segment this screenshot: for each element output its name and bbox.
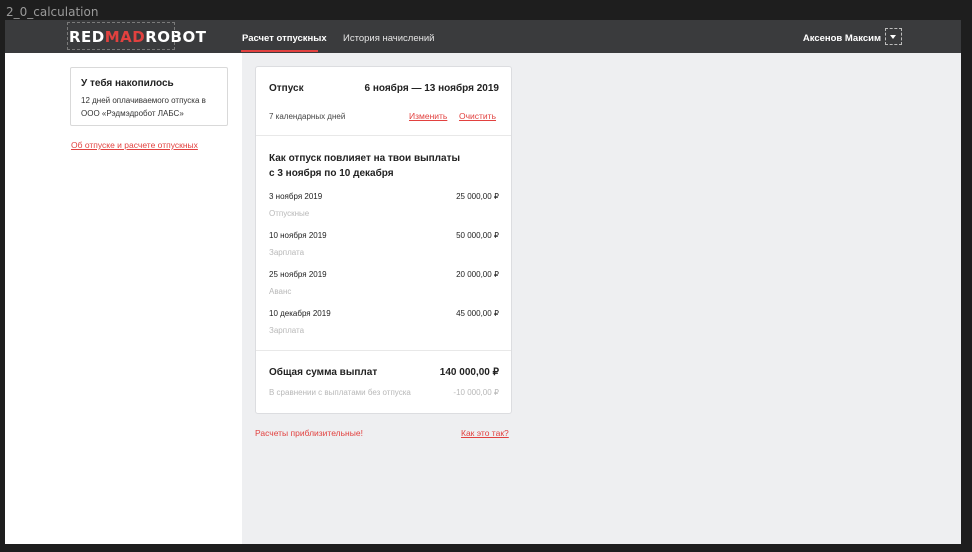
total-amount: 140 000,00 ₽ <box>439 367 499 378</box>
accumulated-text: 12 дней оплачиваемого отпуска в ООО «Рэд… <box>81 96 206 118</box>
payment-type: Аванс <box>269 287 292 296</box>
company-logo[interactable]: RED MAD ROBOT <box>67 22 207 50</box>
payment-type: Зарплата <box>269 248 305 257</box>
tab-accrual-history[interactable]: История начислений <box>343 33 435 44</box>
active-tab-indicator <box>241 50 318 52</box>
divider <box>256 135 511 136</box>
payment-type: Отпускные <box>269 209 310 218</box>
top-navigation-bar: RED MAD ROBOT Расчет отпускных История н… <box>5 20 961 53</box>
payment-date: 10 ноября 2019 <box>269 231 327 240</box>
impact-heading-line1: Как отпуск повлияет на твои выплаты <box>269 153 461 164</box>
user-menu-button[interactable] <box>885 28 902 45</box>
accumulated-vacation-card: У тебя накопилось 12 дней оплачиваемого … <box>70 67 228 126</box>
logo-text-red-part: RED <box>69 28 105 46</box>
logo-text-mad-part: MAD <box>104 28 146 46</box>
approximate-note: Расчеты приблизительные! <box>255 428 363 438</box>
vacation-days-count: 7 календарных дней <box>269 112 346 121</box>
payment-date: 3 ноября 2019 <box>269 192 323 201</box>
impact-heading: Как отпуск повлияет на твои выплаты с 3 … <box>269 151 499 181</box>
payment-amount: 45 000,00 ₽ <box>456 309 499 318</box>
payment-date: 10 декабря 2019 <box>269 309 331 318</box>
user-name[interactable]: Аксенов Максим <box>803 33 881 44</box>
vacation-info-link[interactable]: Об отпуске и расчете отпускных <box>71 140 198 150</box>
tab-vacation-calculation[interactable]: Расчет отпускных <box>242 33 327 44</box>
how-it-works-link[interactable]: Как это так? <box>461 428 509 438</box>
main-content: Отпуск 6 ноября — 13 ноября 2019 7 кален… <box>242 53 961 544</box>
app-window: RED MAD ROBOT Расчет отпускных История н… <box>5 20 961 544</box>
payment-type: Зарплата <box>269 326 305 335</box>
payment-amount: 20 000,00 ₽ <box>456 270 499 279</box>
vacation-dates: 6 ноября — 13 ноября 2019 <box>364 83 499 94</box>
comparison-label: В сравнении с выплатами без отпуска <box>269 388 411 397</box>
sidebar: У тебя накопилось 12 дней оплачиваемого … <box>5 53 242 544</box>
impact-heading-line2: с 3 ноября по 10 декабря <box>269 168 394 179</box>
payment-amount: 50 000,00 ₽ <box>456 231 499 240</box>
vacation-label: Отпуск <box>269 83 304 94</box>
comparison-amount: -10 000,00 ₽ <box>453 388 499 397</box>
chevron-down-icon <box>890 35 896 39</box>
calculation-card: Отпуск 6 ноября — 13 ноября 2019 7 кален… <box>255 66 512 414</box>
total-label: Общая сумма выплат <box>269 367 378 378</box>
payment-date: 25 ноября 2019 <box>269 270 327 279</box>
accumulated-title: У тебя накопилось <box>81 78 174 89</box>
edit-vacation-link[interactable]: Изменить <box>409 111 447 121</box>
clear-vacation-link[interactable]: Очистить <box>459 111 496 121</box>
payment-amount: 25 000,00 ₽ <box>456 192 499 201</box>
logo-text-robot-part: ROBOT <box>145 28 207 46</box>
frame-label: 2_0_calculation <box>6 5 99 19</box>
divider <box>256 350 511 351</box>
